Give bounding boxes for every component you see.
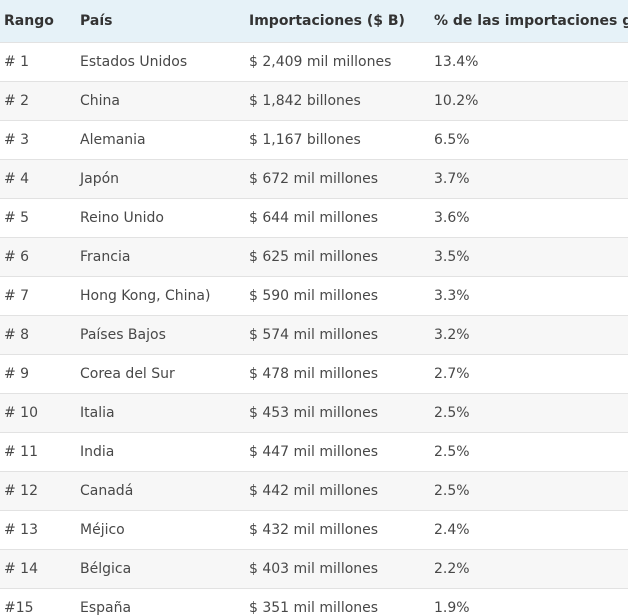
global-share-cell: 2.5% (434, 404, 470, 421)
rank-cell: # 2 (4, 92, 30, 109)
rank-cell: # 14 (4, 560, 38, 577)
imports-table-container: Rango País Importaciones ($ B) % de las … (0, 0, 628, 616)
country-cell: Reino Unido (80, 209, 164, 226)
country-cell: Canadá (80, 482, 134, 499)
imports-cell: $ 442 mil millones (249, 482, 379, 499)
global-share-cell: 2.5% (434, 482, 470, 499)
rank-cell: # 13 (4, 521, 38, 538)
imports-cell: $ 1,842 billones (249, 92, 361, 109)
imports-ranking-table: Rango País Importaciones ($ B) % de las … (0, 0, 628, 616)
country-cell: Francia (80, 248, 131, 265)
table-row: # 7 Hong Kong, China) $ 590 mil millones 3.… (0, 276, 628, 315)
rank-cell: # 6 (4, 248, 30, 265)
rank-cell: # 8 (4, 326, 30, 343)
table-row: # 3 Alemania $ 1,167 billones 6.5% (0, 120, 628, 159)
imports-cell: $ 447 mil millones (249, 443, 379, 460)
global-share-cell: 10.2% (434, 92, 479, 109)
country-cell: España (80, 599, 132, 616)
country-cell: Estados Unidos (80, 53, 188, 70)
header-imports: Importaciones ($ B) (249, 12, 405, 29)
global-share-cell: 2.4% (434, 521, 470, 538)
country-cell: India (80, 443, 115, 460)
table-row: # 4 Japón $ 672 mil millones 3.7% (0, 159, 628, 198)
header-global-share: % de las importaciones globales (434, 12, 628, 29)
country-cell: Méjico (80, 521, 125, 538)
table-row: # 8 Países Bajos $ 574 mil millones 3.2% (0, 315, 628, 354)
rank-cell: # 12 (4, 482, 38, 499)
imports-cell: $ 478 mil millones (249, 365, 379, 382)
global-share-cell: 2.2% (434, 560, 470, 577)
global-share-cell: 2.7% (434, 365, 470, 382)
imports-cell: $ 574 mil millones (249, 326, 379, 343)
table-row: # 14 Bélgica $ 403 mil millones 2.2% (0, 549, 628, 588)
country-cell: Bélgica (80, 560, 132, 577)
global-share-cell: 3.5% (434, 248, 470, 265)
rank-cell: # 1 (4, 53, 30, 70)
imports-cell: $ 672 mil millones (249, 170, 379, 187)
global-share-cell: 3.6% (434, 209, 470, 226)
table-row: # 2 China $ 1,842 billones 10.2% (0, 81, 628, 120)
rank-cell: #15 (4, 599, 34, 616)
imports-cell: $ 644 mil millones (249, 209, 379, 226)
country-cell: Corea del Sur (80, 365, 175, 382)
header-country: País (80, 12, 113, 29)
country-cell: Alemania (80, 131, 146, 148)
table-row: # 6 Francia $ 625 mil millones 3.5% (0, 237, 628, 276)
rank-cell: # 10 (4, 404, 38, 421)
imports-cell: $ 2,409 mil millones (249, 53, 392, 70)
global-share-cell: 3.7% (434, 170, 470, 187)
country-cell: China (80, 92, 120, 109)
header-rank: Rango (4, 12, 54, 29)
imports-cell: $ 1,167 billones (249, 131, 361, 148)
rank-cell: # 7 (4, 287, 30, 304)
global-share-cell: 13.4% (434, 53, 479, 70)
table-row: # 5 Reino Unido $ 644 mil millones 3.6% (0, 198, 628, 237)
global-share-cell: 6.5% (434, 131, 470, 148)
rank-cell: # 9 (4, 365, 30, 382)
imports-cell: $ 453 mil millones (249, 404, 379, 421)
country-cell: Hong Kong, China) (80, 287, 211, 304)
table-row: #15 España $ 351 mil millones 1.9% (0, 588, 628, 616)
table-row: # 9 Corea del Sur $ 478 mil millones 2.7% (0, 354, 628, 393)
imports-cell: $ 351 mil millones (249, 599, 379, 616)
country-cell: Japón (80, 170, 120, 187)
header-row: Rango País Importaciones ($ B) % de las … (0, 0, 628, 42)
global-share-cell: 1.9% (434, 599, 470, 616)
country-cell: Países Bajos (80, 326, 166, 343)
global-share-cell: 3.3% (434, 287, 470, 304)
table-row: # 11 India $ 447 mil millones 2.5% (0, 432, 628, 471)
country-cell: Italia (80, 404, 115, 421)
rank-cell: # 4 (4, 170, 30, 187)
imports-cell: $ 403 mil millones (249, 560, 379, 577)
rank-cell: # 3 (4, 131, 30, 148)
rank-cell: # 11 (4, 443, 38, 460)
table-body: # 1 Estados Unidos $ 2,409 mil millones 13.… (0, 42, 628, 616)
global-share-cell: 2.5% (434, 443, 470, 460)
imports-cell: $ 432 mil millones (249, 521, 379, 538)
imports-cell: $ 590 mil millones (249, 287, 379, 304)
imports-cell: $ 625 mil millones (249, 248, 379, 265)
table-row: # 12 Canadá $ 442 mil millones 2.5% (0, 471, 628, 510)
global-share-cell: 3.2% (434, 326, 470, 343)
table-row: # 1 Estados Unidos $ 2,409 mil millones 13.… (0, 42, 628, 81)
table-row: # 13 Méjico $ 432 mil millones 2.4% (0, 510, 628, 549)
rank-cell: # 5 (4, 209, 30, 226)
table-header: Rango País Importaciones ($ B) % de las … (0, 0, 628, 42)
table-row: # 10 Italia $ 453 mil millones 2.5% (0, 393, 628, 432)
